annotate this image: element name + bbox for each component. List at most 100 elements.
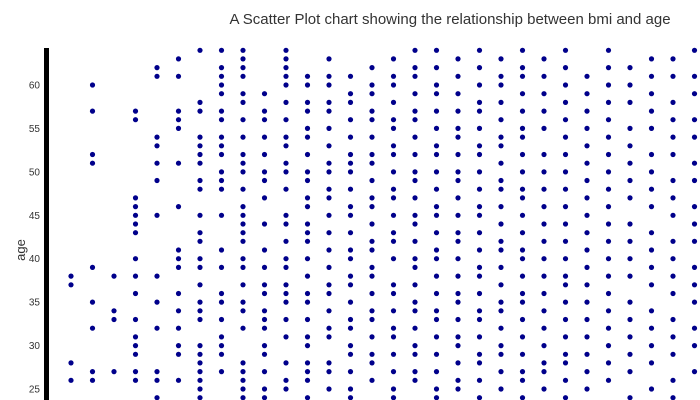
scatter-point — [89, 299, 96, 305]
scatter-point — [412, 369, 418, 375]
scatter-point — [476, 264, 483, 270]
scatter-point — [132, 334, 139, 340]
scatter-point — [476, 151, 483, 158]
scatter-point — [154, 212, 160, 218]
scatter-point — [433, 151, 440, 158]
scatter-point — [670, 195, 676, 201]
scatter-point — [541, 325, 547, 331]
scatter-point — [89, 82, 96, 88]
scatter-point — [433, 125, 440, 131]
scatter-point — [240, 117, 246, 123]
scatter-point — [455, 212, 461, 218]
scatter-point — [541, 360, 547, 366]
scatter-point — [584, 386, 590, 392]
scatter-point — [240, 282, 246, 288]
scatter-point — [390, 56, 397, 62]
scatter-point — [261, 369, 268, 375]
scatter-point — [175, 308, 182, 314]
scatter-point — [670, 316, 676, 323]
scatter-point — [584, 230, 590, 236]
scatter-point — [304, 334, 311, 340]
scatter-point — [326, 99, 332, 105]
scatter-point — [498, 369, 504, 375]
scatter-point — [390, 151, 397, 158]
scatter-point — [390, 325, 397, 331]
scatter-point — [261, 343, 268, 349]
scatter-point — [691, 177, 698, 184]
scatter-point — [218, 169, 225, 175]
scatter-point — [605, 186, 612, 192]
scatter-point — [670, 256, 676, 262]
scatter-point — [197, 177, 203, 184]
scatter-point — [412, 91, 418, 97]
scatter-point — [154, 143, 160, 149]
scatter-point — [369, 151, 375, 158]
scatter-point — [541, 91, 547, 97]
scatter-point — [304, 125, 311, 131]
scatter-point — [584, 282, 590, 288]
scatter-point — [390, 282, 397, 288]
scatter-point — [670, 351, 676, 357]
scatter-point — [519, 334, 526, 340]
scatter-point — [261, 264, 268, 270]
scatter-point — [175, 108, 182, 114]
scatter-point — [218, 186, 225, 192]
scatter-point — [562, 351, 569, 357]
scatter-point — [562, 316, 569, 323]
scatter-point — [390, 125, 397, 131]
scatter-point — [670, 290, 676, 297]
scatter-point — [197, 151, 203, 158]
scatter-point — [691, 221, 698, 227]
scatter-point — [433, 386, 440, 392]
scatter-point — [519, 316, 526, 323]
scatter-point — [261, 151, 268, 158]
scatter-point — [197, 108, 203, 114]
scatter-point — [412, 134, 418, 140]
scatter-point — [240, 186, 246, 192]
scatter-point — [283, 334, 289, 340]
scatter-point — [197, 308, 203, 314]
scatter-point — [519, 108, 526, 114]
scatter-point — [605, 308, 612, 314]
y-tick-label: 45 — [29, 211, 41, 222]
scatter-point — [240, 238, 246, 244]
scatter-point — [519, 351, 526, 357]
scatter-point — [670, 177, 676, 184]
scatter-point — [347, 395, 354, 400]
scatter-chart: A Scatter Plot chart showing the relatio… — [13, 11, 698, 400]
scatter-point — [455, 290, 461, 297]
scatter-point — [562, 82, 569, 88]
scatter-point — [326, 195, 332, 201]
scatter-point — [326, 212, 332, 218]
scatter-point — [670, 212, 676, 218]
scatter-point — [691, 238, 698, 244]
scatter-point — [562, 299, 569, 305]
scatter-point — [218, 351, 225, 357]
scatter-point — [562, 47, 569, 53]
scatter-point — [476, 395, 483, 400]
scatter-point — [541, 343, 547, 349]
scatter-point — [541, 238, 547, 244]
scatter-point — [283, 134, 289, 140]
scatter-point — [455, 273, 461, 279]
scatter-point — [455, 177, 461, 184]
scatter-point — [562, 65, 569, 71]
scatter-point — [412, 282, 418, 288]
scatter-point — [519, 73, 526, 79]
scatter-point — [541, 108, 547, 114]
scatter-point — [562, 221, 569, 227]
scatter-point — [197, 230, 203, 236]
scatter-point — [197, 143, 203, 149]
scatter-point — [541, 169, 547, 175]
scatter-point — [111, 273, 117, 279]
scatter-point — [476, 360, 483, 366]
scatter-point — [283, 186, 289, 192]
scatter-point — [498, 56, 504, 62]
scatter-point — [498, 160, 504, 166]
scatter-point — [390, 351, 397, 357]
scatter-point — [498, 186, 504, 192]
scatter-point — [541, 186, 547, 192]
scatter-point — [240, 47, 246, 53]
scatter-point — [347, 282, 354, 288]
scatter-point — [347, 160, 354, 166]
